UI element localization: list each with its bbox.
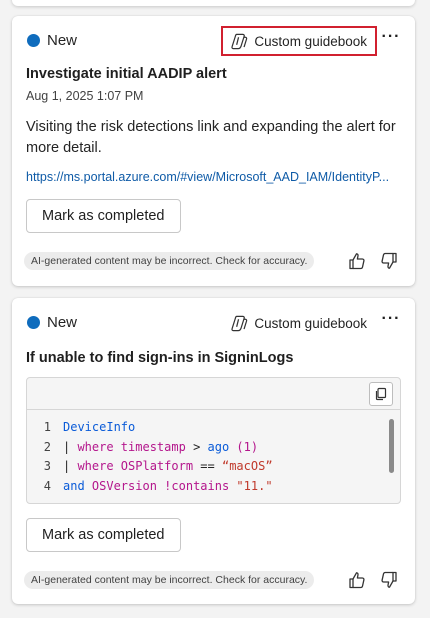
code-token: DeviceInfo [63, 420, 136, 434]
thumbs-up-icon [349, 572, 365, 589]
code-token: where [77, 439, 114, 454]
copilot-guidebook-icon [230, 32, 249, 51]
card-timestamp: Aug 1, 2025 1:07 PM [26, 89, 144, 103]
code-token: == [200, 459, 222, 473]
more-options-button[interactable]: ··· [381, 28, 401, 50]
copy-code-button[interactable] [369, 382, 393, 406]
mark-as-completed-button[interactable]: Mark as completed [26, 518, 181, 552]
code-lines: 1 DeviceInfo 2 | where timestamp > ago (1) 3… [27, 420, 380, 498]
code-scrollbar[interactable] [389, 419, 394, 473]
task-card: New Custom guidebook ··· If unable to fi… [12, 298, 415, 604]
code-token: "11." [236, 478, 273, 493]
line-number: 3 [43, 459, 51, 473]
code-token: OSVersion [84, 478, 165, 493]
card-header: New Custom guidebook ··· [26, 26, 401, 56]
code-token: !contains [164, 478, 237, 493]
thumbs-up-button[interactable] [347, 251, 367, 271]
code-line: 1 DeviceInfo [27, 420, 380, 440]
thumbs-down-icon [381, 252, 397, 269]
code-line: 3 | where OSPlatform == “macOS” [27, 459, 380, 479]
code-token: ago [207, 439, 230, 454]
mark-as-completed-button[interactable]: Mark as completed [26, 199, 181, 233]
code-token: OSPlatform [113, 459, 201, 473]
thumbs-down-icon [381, 571, 397, 588]
card-title: Investigate initial AADIP alert [26, 66, 227, 82]
card-header: New Custom guidebook ··· [26, 310, 401, 334]
ai-disclaimer: AI-generated content may be incorrect. C… [24, 571, 315, 589]
code-line: 2 | where timestamp > ago (1) [27, 440, 380, 460]
task-card: New Custom guidebook ··· Investigate ini… [12, 16, 415, 286]
card-title: If unable to find sign-ins in SigninLogs [26, 350, 294, 366]
code-token: timestamp [113, 439, 194, 454]
more-icon: ··· [381, 310, 401, 327]
line-number: 1 [43, 420, 51, 434]
code-token: and [63, 478, 85, 493]
copy-icon [375, 387, 387, 401]
copilot-guidebook-icon [230, 314, 249, 333]
thumbs-down-button[interactable] [379, 251, 399, 271]
custom-guidebook-label: Custom guidebook [254, 33, 367, 49]
status-label: New [47, 32, 78, 49]
line-number: 2 [43, 439, 51, 454]
status-dot-icon [27, 34, 40, 47]
code-token: (1) [229, 439, 259, 454]
code-token: | [63, 459, 78, 473]
line-number: 4 [43, 478, 51, 493]
more-icon: ··· [381, 28, 401, 45]
code-token: “macOS” [221, 459, 273, 473]
risk-detections-link[interactable]: https://ms.portal.azure.com/#view/Micros… [26, 170, 404, 184]
code-token: > [193, 439, 208, 454]
thumbs-down-button[interactable] [379, 570, 399, 590]
code-line: 4 and OSVersion !contains "11." [27, 479, 380, 499]
thumbs-up-icon [349, 253, 365, 270]
code-block: 1 DeviceInfo 2 | where timestamp > ago (1) 3… [26, 377, 401, 504]
thumbs-up-button[interactable] [347, 570, 367, 590]
code-toolbar [27, 378, 400, 410]
custom-guidebook-label: Custom guidebook [254, 315, 367, 331]
status-label: New [47, 314, 78, 331]
status-dot-icon [27, 316, 40, 329]
ai-disclaimer: AI-generated content may be incorrect. C… [24, 252, 315, 270]
code-token: | [63, 439, 78, 454]
custom-guidebook-button[interactable]: Custom guidebook [221, 308, 377, 338]
more-options-button[interactable]: ··· [381, 310, 401, 332]
code-token: where [77, 459, 114, 473]
custom-guidebook-button[interactable]: Custom guidebook [221, 26, 377, 56]
card-body-text: Visiting the risk detections link and ex… [26, 119, 396, 156]
previous-card-edge [12, 0, 415, 6]
